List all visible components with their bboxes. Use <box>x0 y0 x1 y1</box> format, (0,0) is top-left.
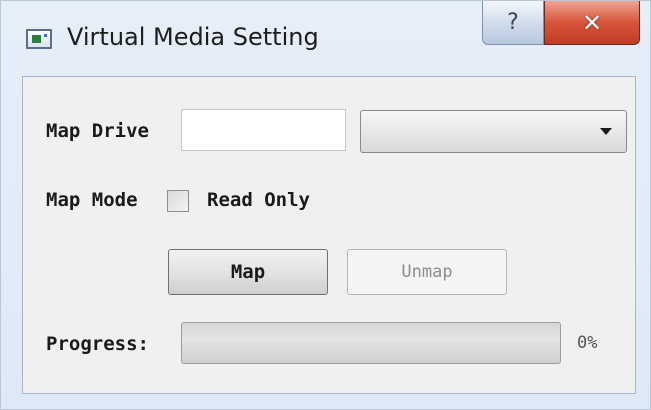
progress-label: Progress: <box>46 333 149 355</box>
read-only-checkbox[interactable] <box>167 190 189 212</box>
window-title: Virtual Media Setting <box>67 23 319 51</box>
close-icon: ✕ <box>581 8 603 37</box>
unmap-button[interactable]: Unmap <box>347 249 507 295</box>
read-only-label[interactable]: Read Only <box>207 189 310 211</box>
question-mark-icon: ? <box>507 10 519 35</box>
help-button[interactable]: ? <box>482 1 544 45</box>
map-button[interactable]: Map <box>168 249 328 295</box>
virtual-media-setting-dialog: Virtual Media Setting ? ✕ Map Drive Map … <box>0 0 651 410</box>
title-bar[interactable]: Virtual Media Setting ? ✕ <box>1 1 650 75</box>
progress-percent: 0% <box>577 333 598 353</box>
drive-select-dropdown[interactable] <box>360 110 627 153</box>
map-mode-label: Map Mode <box>46 189 138 211</box>
map-drive-input[interactable] <box>181 109 346 151</box>
chevron-down-icon[interactable] <box>600 128 612 135</box>
app-window-icon <box>26 29 52 49</box>
close-button[interactable]: ✕ <box>544 1 640 45</box>
progress-bar <box>181 322 561 364</box>
dialog-body: Map Drive Map Mode Read Only Map Unmap P… <box>22 76 636 394</box>
map-drive-label: Map Drive <box>46 120 149 142</box>
